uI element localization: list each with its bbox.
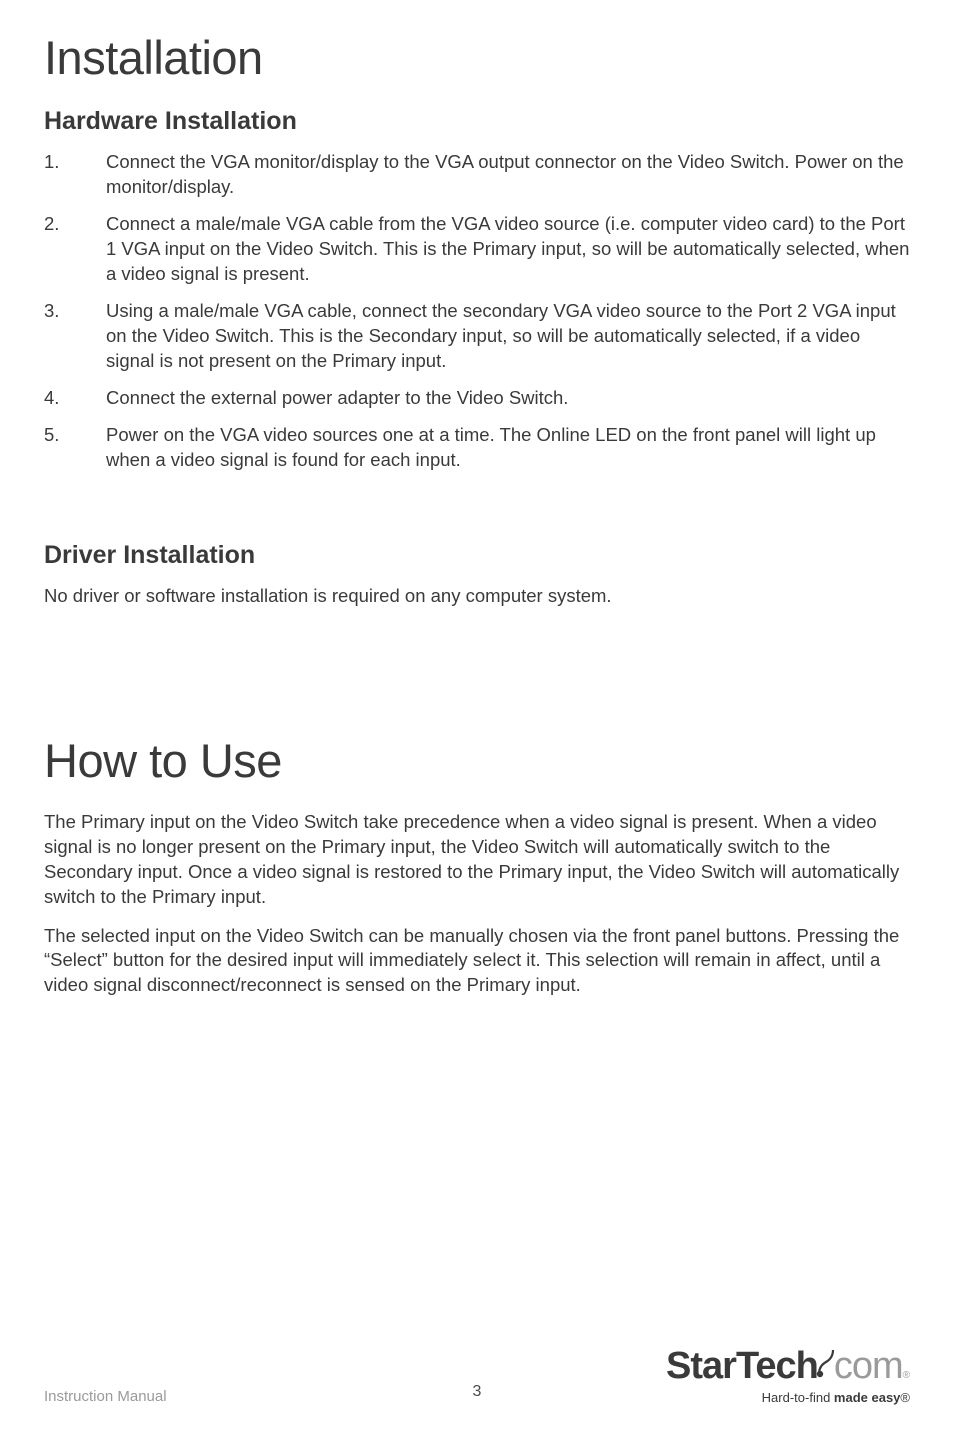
logo-tagline: Hard-to-find made easy® — [762, 1390, 910, 1405]
tagline-bold: made easy — [834, 1390, 901, 1405]
logo-dot-icon — [816, 1348, 836, 1383]
section-title-howtouse: How to Use — [44, 733, 910, 788]
brand-logo: StarTechcom® Hard-to-find made easy® — [666, 1345, 910, 1405]
logo-text-bold: StarTech — [666, 1345, 818, 1388]
subsection-title-driver: Driver Installation — [44, 541, 910, 570]
footer-logo-block: StarTechcom® Hard-to-find made easy® — [666, 1345, 910, 1405]
howtouse-paragraph-2: The selected input on the Video Switch c… — [44, 924, 910, 999]
list-item: Connect the external power adapter to th… — [44, 386, 910, 411]
list-item: Connect a male/male VGA cable from the V… — [44, 212, 910, 287]
footer-page-number: 3 — [473, 1383, 482, 1401]
logo-registered-icon: ® — [903, 1370, 910, 1381]
tagline-prefix: Hard-to-find — [762, 1390, 834, 1405]
page-footer: Instruction Manual 3 StarTechcom® Hard-t… — [44, 1345, 910, 1405]
footer-doc-title: Instruction Manual — [44, 1388, 167, 1405]
driver-body-text: No driver or software installation is re… — [44, 584, 910, 609]
hardware-steps-list: Connect the VGA monitor/display to the V… — [44, 150, 910, 473]
list-item: Using a male/male VGA cable, connect the… — [44, 299, 910, 374]
subsection-title-hardware: Hardware Installation — [44, 107, 910, 136]
list-item: Power on the VGA video sources one at a … — [44, 423, 910, 473]
tagline-registered-icon: ® — [900, 1390, 910, 1405]
list-item: Connect the VGA monitor/display to the V… — [44, 150, 910, 200]
section-title-installation: Installation — [44, 30, 910, 85]
howtouse-paragraph-1: The Primary input on the Video Switch ta… — [44, 810, 910, 910]
logo-text-light: com — [834, 1345, 903, 1388]
